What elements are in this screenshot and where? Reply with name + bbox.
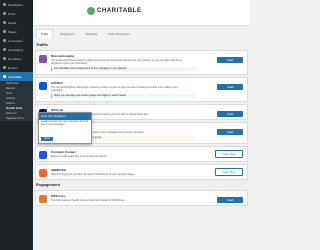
plugin-card-aioseo: AIOSEO The original WordPress SEO plugin,… — [35, 77, 248, 102]
sidebar-item-label: Dashboard — [8, 2, 23, 7]
plugin-header: CHARITABLE — [33, 0, 250, 26]
sidebar-item-donors[interactable]: Donors — [0, 63, 33, 72]
popover-text: Install tools that help more supporters … — [41, 121, 89, 126]
section-heading-engagement: Engagement — [36, 182, 61, 187]
sidebar-item-label: Charitable — [8, 74, 22, 79]
sidebar-item-charitable[interactable]: Charitable — [0, 72, 33, 81]
sidebar-item-comments[interactable]: Comments — [0, 36, 33, 45]
charitable-logo: CHARITABLE — [87, 7, 142, 15]
wpforms-icon — [39, 195, 47, 203]
sidebar-item-dashboard[interactable]: Dashboard — [0, 0, 33, 9]
section-heading-traffic: Traffic — [36, 42, 49, 47]
learn-here-button[interactable]: Learn Here — [215, 168, 243, 176]
plugin-card-monsterinsights: MonsterInsights The leading WordPress ana… — [35, 50, 248, 75]
plugin-description: Build an email list and stay in touch wi… — [51, 155, 108, 158]
tab-bar: Traffic Engagement Marketing Tools & Resour… — [33, 26, 250, 38]
donation-icon — [3, 57, 6, 60]
pin-icon — [3, 12, 6, 15]
charitable-logo-icon — [87, 7, 95, 15]
sidebar-item-media[interactable]: Media — [0, 18, 33, 27]
plugin-card-wpforms: WPForms The most beginner friendly drag a… — [35, 190, 248, 206]
plugin-title: WPForms — [51, 194, 66, 198]
install-button[interactable]: Install — [217, 197, 243, 203]
plugin-description: The most beginner friendly drag and drop… — [51, 199, 125, 202]
sidebar-item-label: Pages — [8, 29, 17, 34]
install-button[interactable]: Install — [217, 57, 243, 63]
constant-contact-icon — [39, 151, 47, 159]
install-button[interactable]: Install — [217, 111, 243, 117]
tab-marketing[interactable]: Marketing — [82, 30, 101, 38]
submenu-item-upgrade-to-pro[interactable]: Upgrade to Pro — [0, 116, 33, 121]
popover-got-it-button[interactable]: Got It — [41, 137, 53, 141]
sidebar-item-campaigns[interactable]: Campaigns — [0, 45, 33, 54]
sidebar-item-pages[interactable]: Pages — [0, 27, 33, 36]
sidebar-item-donations[interactable]: Donations — [0, 54, 33, 63]
donor-icon — [3, 66, 6, 69]
plugin-card-semrush: SEMRUSH Research keywords and track the s… — [35, 164, 248, 180]
plugin-title: AIOSEO — [51, 81, 63, 85]
logo-text: CHARITABLE — [97, 8, 142, 14]
admin-sidebar: Dashboard Posts Media Pages Comments Campaign… — [0, 0, 33, 250]
aioseo-icon — [39, 82, 47, 90]
charitable-icon — [3, 75, 6, 78]
sidebar-item-label: Media — [8, 20, 17, 25]
tab-tools-resources[interactable]: Tools & Resources — [104, 30, 134, 38]
plugin-description: The leading WordPress analytics plugin t… — [51, 59, 183, 65]
sidebar-item-label: Comments — [8, 38, 23, 43]
sidebar-item-label: Donors — [8, 65, 18, 70]
sidebar-item-label: Donations — [8, 56, 22, 61]
learn-here-button[interactable]: Learn Here — [215, 150, 243, 158]
tab-traffic[interactable]: Traffic — [36, 29, 54, 38]
page-icon — [3, 30, 6, 33]
semrush-icon — [39, 169, 47, 177]
plugin-note: Lets Charitable track donations and sour… — [51, 67, 196, 71]
media-icon — [3, 21, 6, 24]
sidebar-item-posts[interactable]: Posts — [0, 9, 33, 18]
sidebar-item-label: Posts — [8, 11, 16, 16]
plugin-description: The original WordPress SEO plugin, trust… — [51, 86, 178, 92]
plugin-card-constant-contact: Constant Contact Build an email list and … — [35, 146, 248, 162]
onboarding-popover: Grow Your Donations Install tools that h… — [38, 112, 92, 144]
install-button[interactable]: Install — [217, 84, 243, 90]
install-button[interactable]: Install — [217, 129, 243, 135]
sidebar-item-label: Campaigns — [8, 47, 24, 52]
monsterinsights-icon — [39, 55, 47, 63]
popover-title: Grow Your Donations — [39, 113, 91, 120]
comment-icon — [3, 39, 6, 42]
tab-engagement[interactable]: Engagement — [56, 30, 79, 38]
campaign-icon — [3, 48, 6, 51]
dashboard-icon — [3, 3, 6, 6]
plugin-title: MonsterInsights — [51, 54, 75, 58]
plugin-note: Helps your campaign and donation pages r… — [51, 94, 196, 98]
plugin-description: Research keywords and track the search p… — [51, 173, 136, 176]
sidebar-submenu: Dashboard Reports Tools Settings Addons Growt… — [0, 81, 33, 121]
